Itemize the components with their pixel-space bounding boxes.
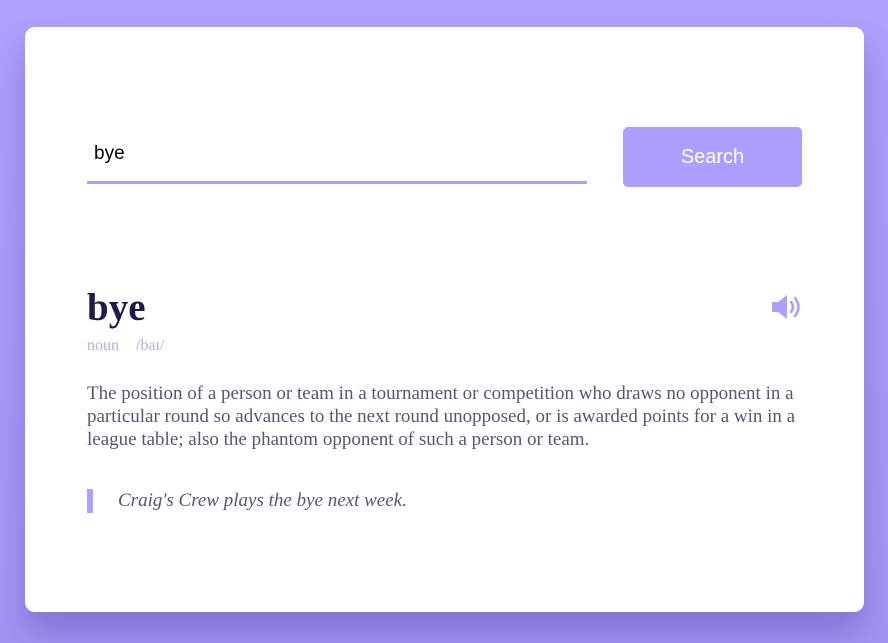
word-meta: noun /baɪ/ bbox=[87, 336, 164, 356]
search-button[interactable]: Search bbox=[623, 127, 802, 187]
part-of-speech: noun bbox=[87, 337, 119, 354]
search-bar: Search bbox=[87, 127, 803, 187]
definition-text: The position of a person or team in a to… bbox=[87, 383, 796, 450]
search-input[interactable] bbox=[87, 127, 587, 184]
word-title: bye bbox=[87, 286, 146, 329]
phonetic: /baɪ/ bbox=[136, 337, 165, 354]
example-quote: Craig's Crew plays the bye next week. bbox=[87, 489, 787, 513]
speaker-icon[interactable] bbox=[771, 293, 805, 321]
dictionary-card: Search bye noun /baɪ/ The position of a … bbox=[25, 27, 864, 612]
